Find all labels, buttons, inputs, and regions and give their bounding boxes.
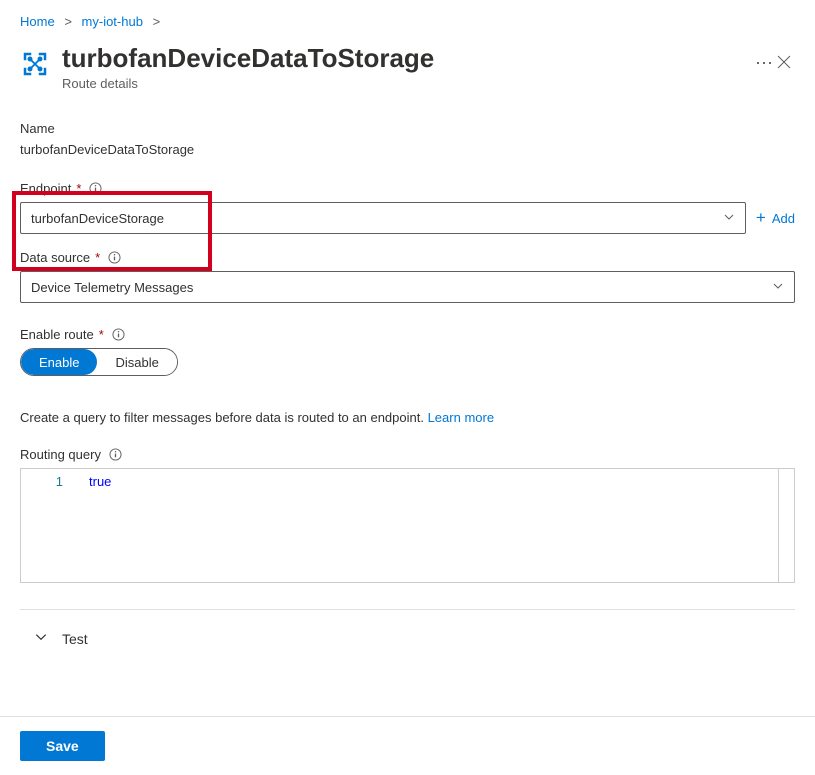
required-indicator: * bbox=[99, 327, 104, 342]
info-icon[interactable] bbox=[112, 328, 125, 341]
name-value: turbofanDeviceDataToStorage bbox=[20, 142, 795, 157]
enable-option[interactable]: Enable bbox=[21, 349, 97, 375]
enable-route-label: Enable route bbox=[20, 327, 94, 342]
test-section-toggle[interactable]: Test bbox=[20, 628, 795, 649]
editor-gutter bbox=[779, 469, 794, 582]
plus-icon: + bbox=[756, 208, 766, 228]
close-button[interactable] bbox=[773, 51, 795, 76]
route-icon bbox=[20, 49, 50, 79]
routing-query-label: Routing query bbox=[20, 447, 101, 462]
info-icon[interactable] bbox=[89, 182, 102, 195]
disable-option[interactable]: Disable bbox=[97, 349, 176, 375]
data-source-field-group: Data source * Device Telemetry Messages bbox=[20, 250, 795, 303]
enable-route-field-group: Enable route * Enable Disable bbox=[20, 327, 795, 376]
chevron-down-icon bbox=[34, 630, 48, 647]
required-indicator: * bbox=[76, 181, 81, 196]
test-label: Test bbox=[62, 631, 88, 647]
name-label: Name bbox=[20, 121, 795, 136]
endpoint-label: Endpoint bbox=[20, 181, 71, 196]
breadcrumb-separator: > bbox=[153, 14, 161, 29]
breadcrumb-hub[interactable]: my-iot-hub bbox=[82, 14, 143, 29]
endpoint-value: turbofanDeviceStorage bbox=[31, 211, 164, 226]
more-button[interactable]: ⋯ bbox=[755, 53, 773, 74]
close-icon bbox=[777, 55, 791, 69]
data-source-label: Data source bbox=[20, 250, 90, 265]
data-source-select[interactable]: Device Telemetry Messages bbox=[20, 271, 795, 303]
required-indicator: * bbox=[95, 250, 100, 265]
footer: Save bbox=[0, 716, 815, 775]
info-icon[interactable] bbox=[109, 448, 122, 461]
data-source-value: Device Telemetry Messages bbox=[31, 280, 193, 295]
routing-query-editor[interactable]: 1 true bbox=[20, 468, 795, 583]
breadcrumb: Home > my-iot-hub > bbox=[0, 0, 815, 39]
page-title: turbofanDeviceDataToStorage bbox=[62, 43, 741, 74]
chevron-down-icon bbox=[723, 211, 735, 226]
name-field-group: Name turbofanDeviceDataToStorage bbox=[20, 121, 795, 157]
chevron-down-icon bbox=[772, 280, 784, 295]
learn-more-link[interactable]: Learn more bbox=[428, 410, 494, 425]
add-endpoint-button[interactable]: + Add bbox=[756, 208, 795, 228]
routing-query-field-group: Routing query 1 true bbox=[20, 447, 795, 583]
breadcrumb-home[interactable]: Home bbox=[20, 14, 55, 29]
add-label: Add bbox=[772, 211, 795, 226]
info-icon[interactable] bbox=[108, 251, 121, 264]
page-header: turbofanDeviceDataToStorage Route detail… bbox=[0, 39, 815, 101]
code-content: true bbox=[79, 469, 779, 582]
divider bbox=[20, 609, 795, 610]
save-button[interactable]: Save bbox=[20, 731, 105, 761]
help-text-content: Create a query to filter messages before… bbox=[20, 410, 428, 425]
endpoint-field-group: Endpoint * turbofanDeviceStorage + Add bbox=[20, 181, 795, 234]
breadcrumb-separator: > bbox=[64, 14, 72, 29]
line-number: 1 bbox=[21, 469, 79, 582]
endpoint-select[interactable]: turbofanDeviceStorage bbox=[20, 202, 746, 234]
help-text: Create a query to filter messages before… bbox=[20, 410, 795, 425]
enable-route-toggle: Enable Disable bbox=[20, 348, 178, 376]
page-subtitle: Route details bbox=[62, 76, 741, 91]
